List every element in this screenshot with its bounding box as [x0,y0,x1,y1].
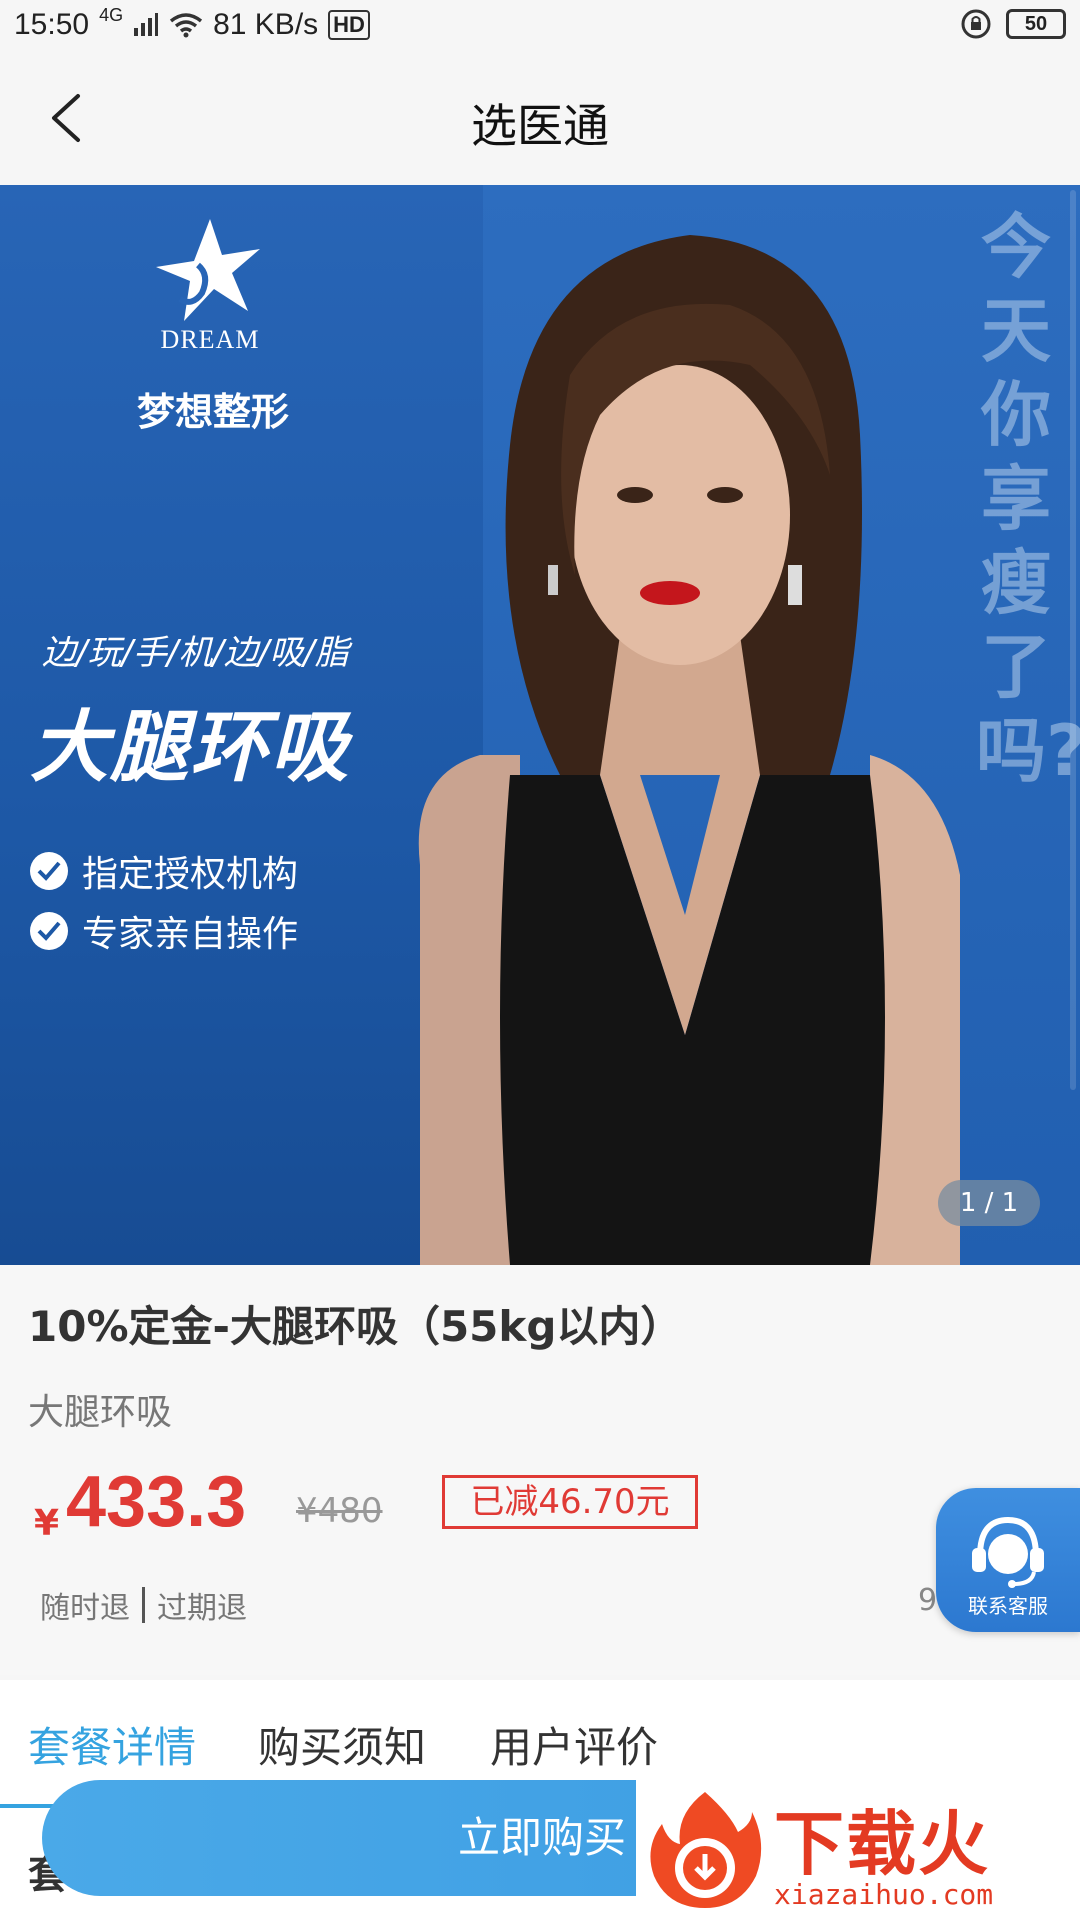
network-speed: 81 KB/s [213,8,319,41]
signal-bars-icon [134,13,159,36]
divider [142,1587,145,1623]
flame-logo-icon [650,1792,762,1908]
banner-vertical-text: 今天你享瘦了吗? [976,206,1080,792]
product-info: 10%定金-大腿环吸（55kg以内） 大腿环吸 ¥ 433.3 ¥480 已减4… [0,1265,1080,1675]
network-type: 4G [99,4,124,25]
banner-slogan: 边/玩/手/机/边/吸/脂 [42,633,349,673]
brand-name-en: DREAM [160,325,260,354]
original-price: ¥480 [296,1491,383,1531]
brand-logo-icon [156,219,260,321]
status-left: 15:50 4G 81 KB/s HD [14,5,370,42]
tab-purchase-notes[interactable]: 购买须知 [258,1714,426,1775]
status-right: 50 [960,8,1066,40]
model-photo [418,235,960,1265]
currency-symbol: ¥ [34,1503,60,1544]
tab-user-reviews[interactable]: 用户评价 [490,1714,658,1775]
nav-bar: 选医通 [0,56,1080,184]
banner-headline: 大腿环吸 [30,703,351,793]
refund-anytime-label: 随时退 [40,1591,130,1626]
watermark-text: 下载火 [774,1803,990,1885]
status-bar: 15:50 4G 81 KB/s HD 50 [0,0,1080,56]
sold-count: 9 [918,1583,938,1618]
brand-name-cn: 梦想整形 [136,390,289,434]
page-title: 选医通 [471,99,609,153]
refund-policy: 随时退 过期退 [40,1583,247,1627]
product-subtitle: 大腿环吸 [28,1392,173,1433]
feature-item: 专家亲自操作 [30,905,298,957]
watermark: 下载火 xiazaihuo.com [636,1778,1080,1920]
feature-label: 专家亲自操作 [82,914,299,955]
product-title: 10%定金-大腿环吸（55kg以内） [28,1302,683,1351]
check-circle-icon [30,852,68,890]
feature-item: 指定授权机构 [30,845,298,897]
banner-scroll-indicator [1070,190,1076,1090]
check-circle-icon [30,912,68,950]
discount-badge: 已减46.70元 [442,1475,698,1529]
feature-label: 指定授权机构 [82,854,299,895]
page: 15:50 4G 81 KB/s HD 50 选医通 DREAM 梦想整形 边/… [0,0,1080,1920]
watermark-url: xiazaihuo.com [774,1878,994,1911]
hd-icon: HD [328,10,370,40]
tab-package-details[interactable]: 套餐详情 [28,1714,196,1775]
customer-service-label: 联系客服 [968,1594,1048,1618]
current-price: 433.3 [66,1462,247,1542]
product-banner[interactable]: DREAM 梦想整形 边/玩/手/机/边/吸/脂 大腿环吸 指定授权机构 专家亲… [0,185,1080,1265]
wifi-icon [170,13,203,38]
signal-icon: 4G [99,5,123,26]
headset-icon [972,1516,1044,1588]
rotation-lock-icon [961,9,991,39]
image-pager: 1 / 1 [938,1180,1040,1226]
status-time: 15:50 [14,8,90,41]
refund-expired-label: 过期退 [157,1591,247,1626]
customer-service-button[interactable]: 联系客服 [936,1488,1080,1632]
battery-icon: 50 [1006,9,1066,39]
